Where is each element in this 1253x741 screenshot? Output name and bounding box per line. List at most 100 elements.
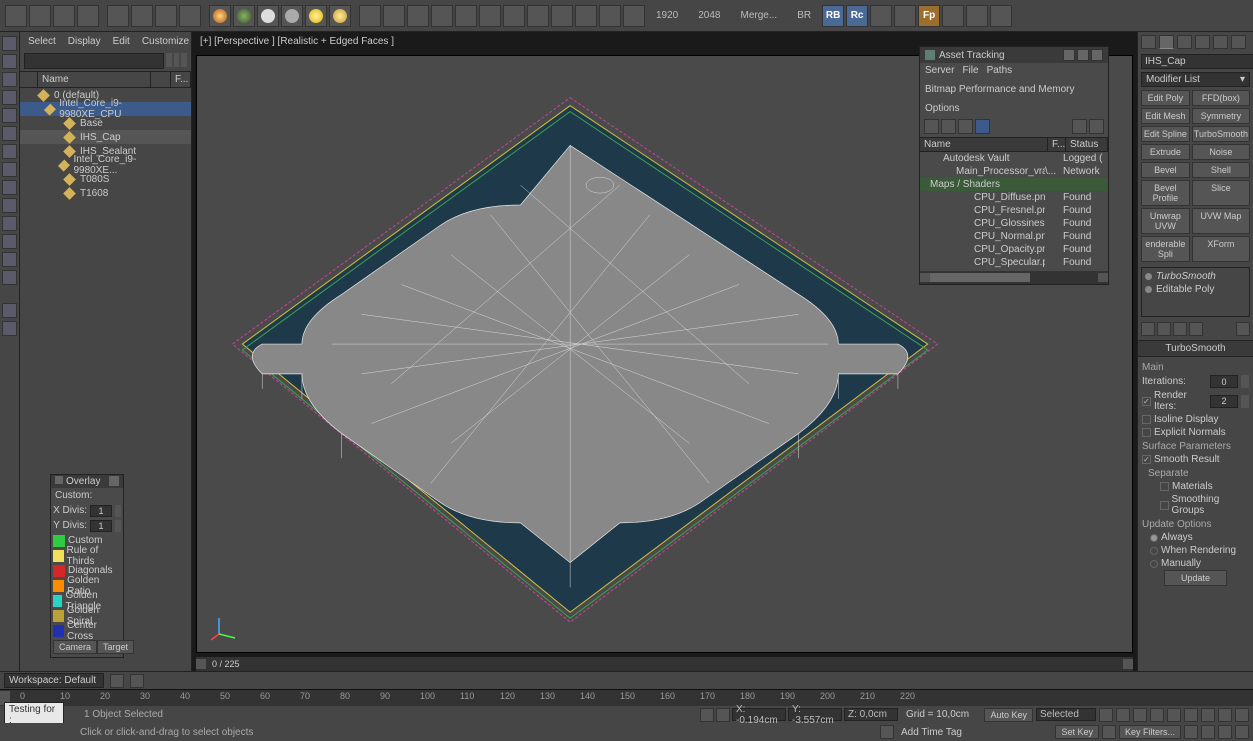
tool-paint-icon[interactable] [942, 5, 964, 27]
tab-create-icon[interactable] [1141, 35, 1156, 49]
overlay-camera-button[interactable]: Camera [53, 640, 97, 654]
timeline-ruler[interactable]: 0102030405060708090100110120130140150160… [0, 689, 1253, 705]
modifier-slice-button[interactable]: Slice [1192, 180, 1250, 206]
ribbon-br5-icon[interactable] [2, 252, 17, 267]
overlay-target-button[interactable]: Target [97, 640, 134, 654]
tab-util-icon[interactable] [1231, 35, 1246, 49]
modifier-stack[interactable]: TurboSmoothEditable Poly [1141, 267, 1250, 317]
scene-search-input[interactable] [24, 53, 164, 69]
keymode-dropdown[interactable]: Selected [1036, 708, 1096, 721]
overlay-close-icon[interactable] [109, 476, 119, 486]
visibility-icon[interactable] [166, 104, 176, 114]
view-mode2-icon[interactable] [181, 53, 187, 67]
asset-tool1-icon[interactable] [924, 119, 939, 134]
scroll-right-icon[interactable] [1098, 273, 1108, 282]
nav-roll-icon[interactable] [1218, 725, 1232, 739]
freeze-icon[interactable] [178, 188, 188, 198]
asset-hscroll[interactable] [920, 271, 1108, 284]
radio-manually[interactable] [1150, 560, 1158, 568]
nav-zoom-icon[interactable] [1184, 708, 1198, 722]
color-swatch[interactable] [53, 610, 64, 622]
coord-x[interactable]: X: -0,194cm [732, 708, 786, 721]
tool-help-icon[interactable] [623, 5, 645, 27]
ribbon-br3-icon[interactable] [2, 216, 17, 231]
asset-menu-item[interactable]: Paths [987, 65, 1013, 76]
asset-row[interactable]: CPU_Specular.pngFound [920, 256, 1108, 269]
ribbon-move-icon[interactable] [2, 54, 17, 69]
ribbon-select-icon[interactable] [2, 36, 17, 51]
maps-group-header[interactable]: Maps / Shaders [920, 178, 1108, 191]
asset-row[interactable]: Main_Processor_vray.max\...Network [920, 165, 1108, 178]
scroll-thumb[interactable] [930, 273, 1030, 282]
tool-sunset-icon[interactable] [209, 5, 231, 27]
freeze-icon[interactable] [178, 160, 188, 170]
freeze-icon[interactable] [178, 174, 188, 184]
tool-scene-explorer-icon[interactable] [5, 5, 27, 27]
smoothgrp-check[interactable] [1160, 501, 1169, 510]
viewport-time-slider[interactable]: 0 / 225 [196, 657, 1133, 671]
overlay-item[interactable]: Center Cross [51, 623, 123, 638]
workspace-icon2[interactable] [130, 674, 144, 688]
tree-item[interactable]: T080S [20, 172, 191, 186]
coord-mode-icon[interactable] [716, 708, 730, 722]
col-icon[interactable] [20, 72, 38, 87]
modifier-ffdbox-button[interactable]: FFD(box) [1192, 90, 1250, 106]
menu-edit[interactable]: Edit [113, 36, 130, 47]
tool-fx2-icon[interactable] [407, 5, 429, 27]
tab-hierarchy-icon[interactable] [1177, 35, 1192, 49]
ribbon-br1-icon[interactable] [2, 180, 17, 195]
ydiv-spin-icon[interactable] [115, 520, 121, 532]
ribbon-unlink-icon[interactable] [2, 144, 17, 159]
render-iters-spinner[interactable] [1210, 395, 1238, 408]
nav-fov-icon[interactable] [1218, 708, 1232, 722]
stack-entry[interactable]: TurboSmooth [1145, 270, 1246, 283]
key-icon[interactable] [1102, 725, 1116, 739]
menu-select[interactable]: Select [28, 36, 56, 47]
tool-color-icon[interactable] [599, 5, 621, 27]
col-name[interactable]: Name [38, 72, 151, 87]
update-button[interactable]: Update [1164, 570, 1227, 586]
clear-search-icon[interactable] [166, 53, 172, 67]
tool-wrench-icon[interactable] [870, 5, 892, 27]
tree-item[interactable]: Intel_Core_i9-9980XE_CPU [20, 102, 191, 116]
xdiv-spin-icon[interactable] [115, 505, 121, 517]
view-mode-icon[interactable] [174, 53, 180, 67]
lock-icon[interactable] [700, 708, 714, 722]
tool-moon-icon[interactable] [281, 5, 303, 27]
tool-arrow-icon[interactable] [966, 5, 988, 27]
setkey-button[interactable]: Set Key [1055, 725, 1099, 739]
asset-menu-item[interactable]: Bitmap Performance and Memory [925, 84, 1075, 95]
viewport-label[interactable]: [+] [Perspective ] [Realistic + Edged Fa… [200, 36, 394, 47]
ribbon-br2-icon[interactable] [2, 198, 17, 213]
tool-fire-icon[interactable] [503, 5, 525, 27]
menu-customize[interactable]: Customize [142, 36, 189, 47]
workspace-dropdown[interactable]: Workspace: Default [4, 673, 104, 688]
nav-pan-icon[interactable] [1235, 708, 1249, 722]
visibility-icon[interactable] [166, 160, 176, 170]
tool-grid-icon[interactable] [575, 5, 597, 27]
freeze-icon[interactable] [178, 132, 188, 142]
iterations-spin-arrows[interactable] [1241, 375, 1249, 388]
tool-list-icon[interactable] [53, 5, 75, 27]
overlay-xdiv-input[interactable] [90, 505, 112, 517]
asset-row[interactable]: CPU_Normal.pngFound [920, 230, 1108, 243]
overlay-item[interactable]: Rule of Thirds [51, 548, 123, 563]
visibility-icon[interactable] [166, 118, 176, 128]
modifier-shell-button[interactable]: Shell [1192, 162, 1250, 178]
asset-menu-item[interactable]: Options [925, 103, 959, 114]
iterations-spinner[interactable] [1210, 375, 1238, 388]
color-swatch[interactable] [53, 595, 62, 607]
tree-item[interactable]: IHS_Cap [20, 130, 191, 144]
visibility-icon[interactable] [166, 174, 176, 184]
modifier-enderablespli-button[interactable]: enderable Spli [1141, 236, 1190, 262]
keyfilters-button[interactable]: Key Filters... [1119, 725, 1181, 739]
col-vis[interactable] [151, 72, 171, 87]
ribbon-place-icon[interactable] [2, 108, 17, 123]
modifier-turbosmooth-button[interactable]: TurboSmooth [1192, 126, 1250, 142]
tool-layer-icon[interactable] [29, 5, 51, 27]
slider-right-icon[interactable] [1123, 659, 1133, 669]
scroll-left-icon[interactable] [920, 273, 930, 282]
color-swatch[interactable] [53, 580, 64, 592]
modifier-uvwmap-button[interactable]: UVW Map [1192, 208, 1250, 234]
freeze-icon[interactable] [178, 146, 188, 156]
